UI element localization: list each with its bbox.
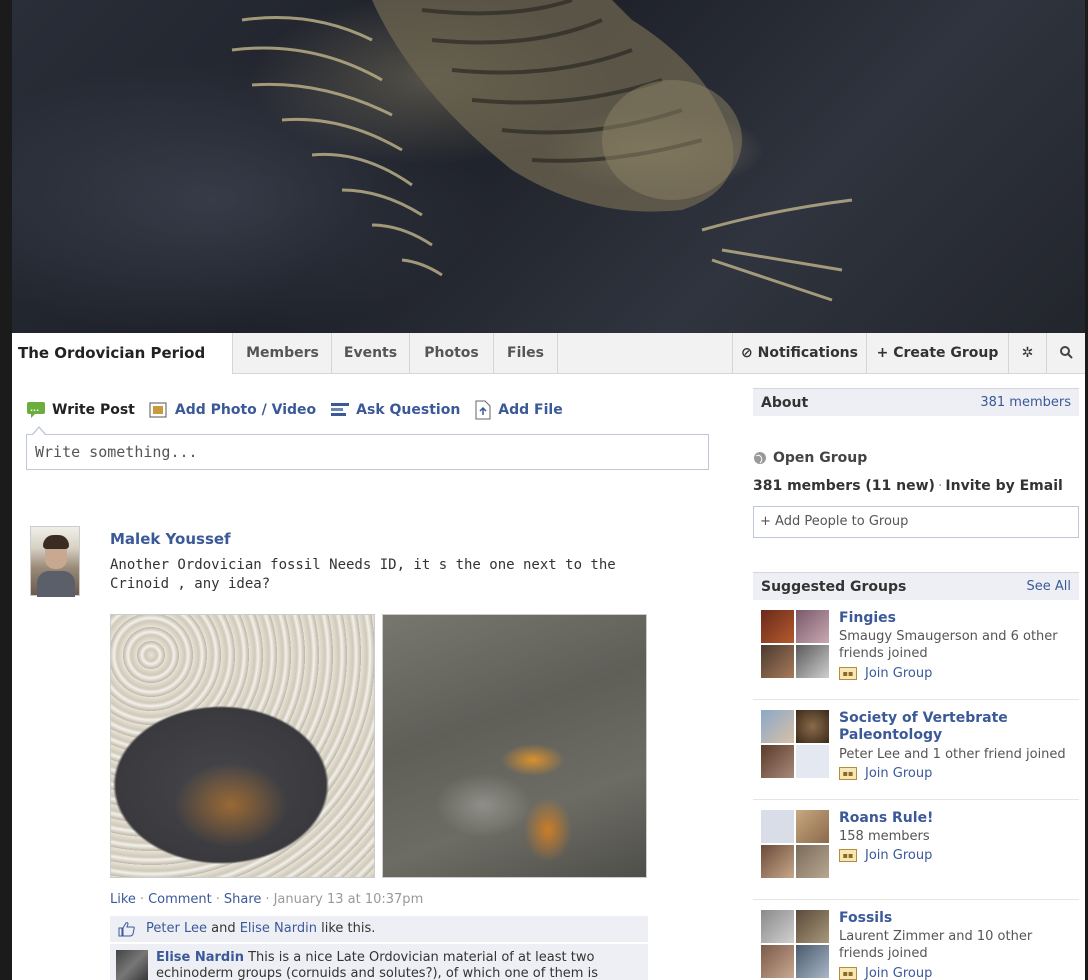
group-icon: ▪▪ xyxy=(839,767,857,780)
comment: Elise Nardin This is a nice Late Ordovic… xyxy=(110,944,648,980)
group-icon: ▪▪ xyxy=(839,667,857,680)
join-group-button[interactable]: ▪▪ Join Group xyxy=(839,766,932,781)
suggested-group-item: Fossils Laurent Zimmer and 10 other frie… xyxy=(753,900,1079,980)
group-thumbnails[interactable] xyxy=(761,810,829,878)
write-post-input[interactable]: Write something... xyxy=(26,434,709,470)
likes-connector: and xyxy=(211,921,236,936)
write-post-tab[interactable]: ... Write Post xyxy=(26,401,135,419)
join-group-label: Join Group xyxy=(865,966,933,980)
group-title[interactable]: The Ordovician Period xyxy=(12,333,233,374)
likes-summary: Peter Lee and Elise Nardin like this. xyxy=(110,916,648,942)
share-link[interactable]: Share xyxy=(224,892,262,907)
group-name-link[interactable]: Roans Rule! xyxy=(839,810,1077,827)
suggested-group-item: Roans Rule! 158 members ▪▪ Join Group xyxy=(753,800,1079,900)
svg-text:...: ... xyxy=(30,404,39,413)
invite-by-email-link[interactable]: Invite by Email xyxy=(945,478,1062,494)
globe-icon xyxy=(754,452,766,464)
suggested-title: Suggested Groups xyxy=(761,578,907,595)
tab-events[interactable]: Events xyxy=(332,333,410,374)
ask-question-tab[interactable]: Ask Question xyxy=(330,401,460,419)
right-sidebar: About 381 members Open Group 381 members… xyxy=(753,388,1079,980)
composer-tabs: ... Write Post Add Photo / Video Ask Que… xyxy=(26,400,577,420)
group-meta: Smaugy Smaugerson and 6 other friends jo… xyxy=(839,629,1058,661)
poll-icon xyxy=(331,403,350,416)
composer-pointer-fill xyxy=(33,428,45,435)
join-group-button[interactable]: ▪▪ Join Group xyxy=(839,666,932,681)
group-nav-bar: The Ordovician Period Members Events Pho… xyxy=(12,333,1085,374)
group-thumbnails[interactable] xyxy=(761,710,829,778)
plus-icon: + xyxy=(876,345,889,361)
join-group-label: Join Group xyxy=(865,666,933,681)
comment-text: Elise Nardin This is a nice Late Ordovic… xyxy=(156,950,636,980)
like-link[interactable]: Like xyxy=(110,892,136,907)
group-name-link[interactable]: Fossils xyxy=(839,910,1077,927)
add-file-tab[interactable]: Add File xyxy=(474,400,563,420)
members-line: 381 members (11 new) · Invite by Email xyxy=(753,478,1063,494)
notifications-button[interactable]: ⊘ Notifications xyxy=(732,333,866,374)
avatar[interactable] xyxy=(30,526,80,597)
see-all-link[interactable]: See All xyxy=(1027,579,1072,594)
comment-author[interactable]: Elise Nardin xyxy=(156,950,244,965)
post-author[interactable]: Malek Youssef xyxy=(110,530,231,548)
notifications-label: Notifications xyxy=(757,345,858,361)
liker-name[interactable]: Elise Nardin xyxy=(240,916,317,942)
create-group-label: Create Group xyxy=(893,345,999,361)
gear-icon[interactable]: ✲ xyxy=(1008,333,1046,374)
group-meta: Laurent Zimmer and 10 other friends join… xyxy=(839,929,1033,961)
group-name-link[interactable]: Fingies xyxy=(839,610,1077,627)
cover-photo xyxy=(12,0,1085,333)
group-meta: 158 members xyxy=(839,829,930,844)
write-post-label: Write Post xyxy=(52,402,135,418)
group-icon: ▪▪ xyxy=(839,849,857,862)
join-group-button[interactable]: ▪▪ Join Group xyxy=(839,848,932,863)
join-group-button[interactable]: ▪▪ Join Group xyxy=(839,966,932,980)
group-content: ... Write Post Add Photo / Video Ask Que… xyxy=(12,374,1085,980)
suggested-group-item: Fingies Smaugy Smaugerson and 6 other fr… xyxy=(753,600,1079,700)
post-actions: Like · Comment · Share · January 13 at 10:37pm xyxy=(110,892,424,907)
comment-link[interactable]: Comment xyxy=(148,892,212,907)
about-header: About 381 members xyxy=(753,388,1079,416)
group-thumbnails[interactable] xyxy=(761,910,829,978)
search-icon[interactable] xyxy=(1046,333,1085,374)
tab-photos[interactable]: Photos xyxy=(410,333,494,374)
post-photo[interactable] xyxy=(382,614,647,878)
group-thumbnails[interactable] xyxy=(761,610,829,678)
thumbs-up-icon xyxy=(118,922,135,937)
trilobite-fossil-image xyxy=(231,0,853,302)
about-members-link[interactable]: 381 members xyxy=(980,395,1071,410)
suggested-group-item: Society of Vertebrate Paleontology Peter… xyxy=(753,700,1079,800)
liker-name[interactable]: Peter Lee xyxy=(146,916,207,942)
photo-icon xyxy=(149,402,167,418)
post-text: Another Ordovician fossil Needs ID, it s… xyxy=(110,557,616,592)
group-meta: Peter Lee and 1 other friend joined xyxy=(839,747,1066,762)
post-timestamp[interactable]: January 13 at 10:37pm xyxy=(274,892,424,907)
add-people-input[interactable]: + Add People to Group xyxy=(753,506,1079,538)
file-icon xyxy=(475,400,491,420)
avatar[interactable] xyxy=(116,950,148,980)
add-photo-label: Add Photo / Video xyxy=(174,402,317,418)
join-group-label: Join Group xyxy=(865,766,933,781)
speech-bubble-icon: ... xyxy=(27,402,45,418)
join-group-label: Join Group xyxy=(865,848,933,863)
likes-suffix: like this. xyxy=(321,921,376,936)
about-title: About xyxy=(761,394,809,411)
members-count-link[interactable]: 381 members (11 new) xyxy=(753,478,935,494)
suggested-header: Suggested Groups See All xyxy=(753,572,1079,600)
tab-files[interactable]: Files xyxy=(494,333,558,374)
add-file-label: Add File xyxy=(498,402,563,418)
group-privacy: Open Group xyxy=(753,450,1079,466)
group-icon: ▪▪ xyxy=(839,967,857,980)
suggested-groups: Suggested Groups See All Fingies Smaugy … xyxy=(753,572,1079,980)
create-group-button[interactable]: + Create Group xyxy=(866,333,1008,374)
block-icon: ⊘ xyxy=(741,345,753,361)
group-name-link[interactable]: Society of Vertebrate Paleontology xyxy=(839,710,1077,744)
tab-members[interactable]: Members xyxy=(234,333,332,374)
add-photo-tab[interactable]: Add Photo / Video xyxy=(149,401,316,419)
privacy-label: Open Group xyxy=(773,450,868,466)
post-photo[interactable] xyxy=(110,614,375,878)
ask-question-label: Ask Question xyxy=(356,402,461,418)
